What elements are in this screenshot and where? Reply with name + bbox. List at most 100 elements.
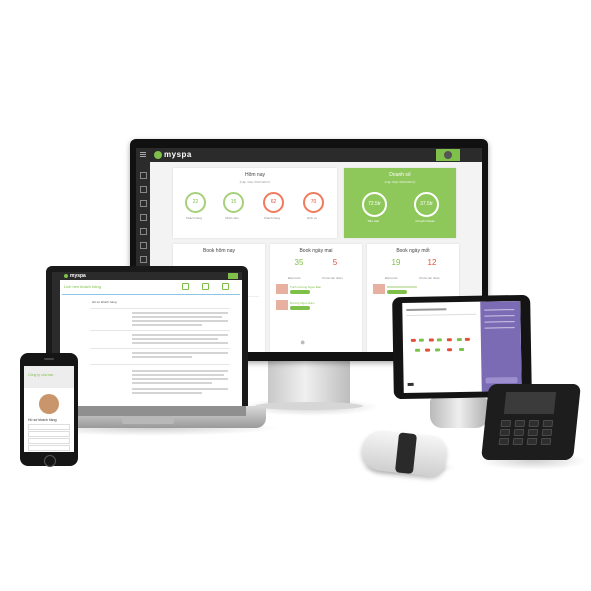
sidebar-icon-services[interactable]	[140, 214, 147, 221]
avatar	[39, 394, 59, 414]
order-line	[484, 315, 515, 317]
scanner-trigger	[394, 432, 418, 475]
booked-label: Đặt trước	[385, 276, 398, 280]
phone-speaker	[44, 358, 54, 360]
pos-item[interactable]	[428, 338, 434, 342]
stat-label: Khách hàng	[185, 216, 202, 220]
today-card: Hôm nay (Cập nhật: 06/01/2017) 22 15 62 …	[173, 168, 337, 238]
booking-name[interactable]: Dương Ngọc Hàm	[290, 301, 314, 305]
unconfirmed-count: 5	[332, 258, 338, 267]
table-row	[132, 320, 228, 322]
table-row	[132, 378, 228, 380]
stat-ring: 70	[303, 192, 324, 213]
keypad-key	[512, 438, 524, 445]
pos-item[interactable]	[410, 338, 416, 342]
pos-item[interactable]	[436, 338, 442, 342]
pos-item[interactable]	[456, 338, 462, 342]
table-row	[132, 356, 192, 358]
user-menu[interactable]	[436, 149, 460, 161]
logo-icon	[154, 151, 162, 159]
tablet-title-line	[406, 308, 447, 311]
sidebar-icon-customers[interactable]	[140, 200, 147, 207]
monitor-stand-base	[255, 402, 363, 410]
revenue-card: Doanh số (Cập nhật: 06/01/2017) 72.5tr 3…	[344, 168, 456, 238]
revenue-title: Doanh số	[389, 172, 411, 178]
stat-label: Dịch vụ	[306, 216, 317, 220]
booking-thumb	[373, 284, 385, 294]
pos-item[interactable]	[425, 348, 431, 352]
checkout-button[interactable]	[485, 377, 518, 384]
user-menu[interactable]	[228, 273, 238, 279]
table-row	[132, 392, 202, 394]
top-navbar: myspa	[136, 148, 482, 162]
sidebar-icon-staff[interactable]	[140, 228, 147, 235]
unconfirmed-label: Chưa xác nhận	[419, 276, 440, 280]
keypad-key	[498, 438, 510, 445]
book-today-title: Book hôm nay	[203, 248, 235, 254]
booked-count: 35	[294, 258, 304, 267]
pos-item[interactable]	[446, 338, 452, 342]
sidebar-icon-reports[interactable]	[140, 242, 147, 249]
booking-name[interactable]: Trịnh Hương Ngọc Đan	[290, 285, 321, 289]
revenue-label: Tiền mặt	[367, 219, 379, 223]
tablet-screen	[402, 300, 522, 394]
today-title: Hôm nay	[244, 172, 265, 178]
pos-item[interactable]	[459, 347, 465, 352]
card-reader	[481, 384, 581, 460]
phone-header: Công ty của bạn	[24, 366, 74, 388]
revenue-subtitle: (Cập nhật: 06/01/2017)	[384, 180, 416, 184]
user-avatar-icon[interactable]	[444, 151, 452, 159]
order-line	[484, 309, 515, 311]
table-row	[90, 348, 230, 349]
booked-label: Đặt trước	[288, 276, 301, 280]
unconfirmed-label: Chưa xác nhận	[322, 276, 343, 280]
phone-field[interactable]	[28, 424, 70, 430]
pos-item[interactable]	[464, 337, 470, 341]
table-row	[132, 312, 228, 314]
table-row	[132, 382, 212, 384]
pos-item[interactable]	[435, 348, 441, 352]
keypad-key	[528, 420, 540, 427]
stat-ring: 15	[223, 192, 244, 213]
book-tomorrow-card: Book ngày mai 35 5 Đặt trước Chưa xác nh…	[270, 244, 362, 352]
page-title: Lịch hẹn khách hàng	[64, 284, 101, 289]
revenue-label: Chuyển khoản	[415, 219, 435, 223]
home-button[interactable]	[44, 455, 56, 467]
pos-item[interactable]	[447, 348, 453, 352]
phone-field[interactable]	[28, 445, 70, 451]
booking-status-badge	[290, 306, 310, 310]
laptop-navbar: myspa	[52, 272, 242, 280]
reader-screen	[503, 392, 557, 414]
tablet-button[interactable]	[407, 382, 414, 386]
phone-section-title: Hồ sơ khách hàng	[28, 418, 57, 422]
keypad-key	[499, 429, 511, 436]
laptop-screen: myspa Lịch hẹn khách hàng Hồ sơ khách hà…	[52, 272, 242, 406]
toolbar-icon[interactable]	[182, 283, 189, 290]
phone-header-title: Công ty của bạn	[28, 373, 54, 377]
phone-field[interactable]	[28, 431, 70, 437]
table-row	[90, 308, 230, 309]
booking-line	[387, 286, 417, 288]
table-row	[132, 338, 218, 340]
laptop-touchpad	[122, 416, 174, 424]
toolbar-icon[interactable]	[222, 283, 229, 290]
revenue-ring: 72.5tr	[362, 192, 387, 217]
phone-field[interactable]	[28, 438, 70, 444]
sidebar-icon-dashboard[interactable]	[140, 172, 147, 179]
keypad-key	[500, 420, 512, 427]
divider	[406, 313, 477, 316]
table-row	[132, 334, 228, 336]
menu-icon[interactable]	[140, 152, 146, 153]
sidebar-icon-calendar[interactable]	[140, 186, 147, 193]
sidebar-icon-settings[interactable]	[140, 256, 147, 263]
pos-item[interactable]	[418, 338, 424, 342]
booking-thumb	[276, 284, 288, 294]
toolbar-icon[interactable]	[202, 283, 209, 290]
keypad-key	[540, 438, 552, 445]
revenue-ring: 37.5tr	[414, 192, 439, 217]
app-logo-text: myspa	[70, 273, 86, 279]
smartphone: Công ty của bạn Hồ sơ khách hàng	[20, 353, 78, 467]
table-row	[132, 342, 228, 344]
pos-item[interactable]	[415, 348, 421, 352]
unconfirmed-count: 12	[427, 258, 437, 267]
